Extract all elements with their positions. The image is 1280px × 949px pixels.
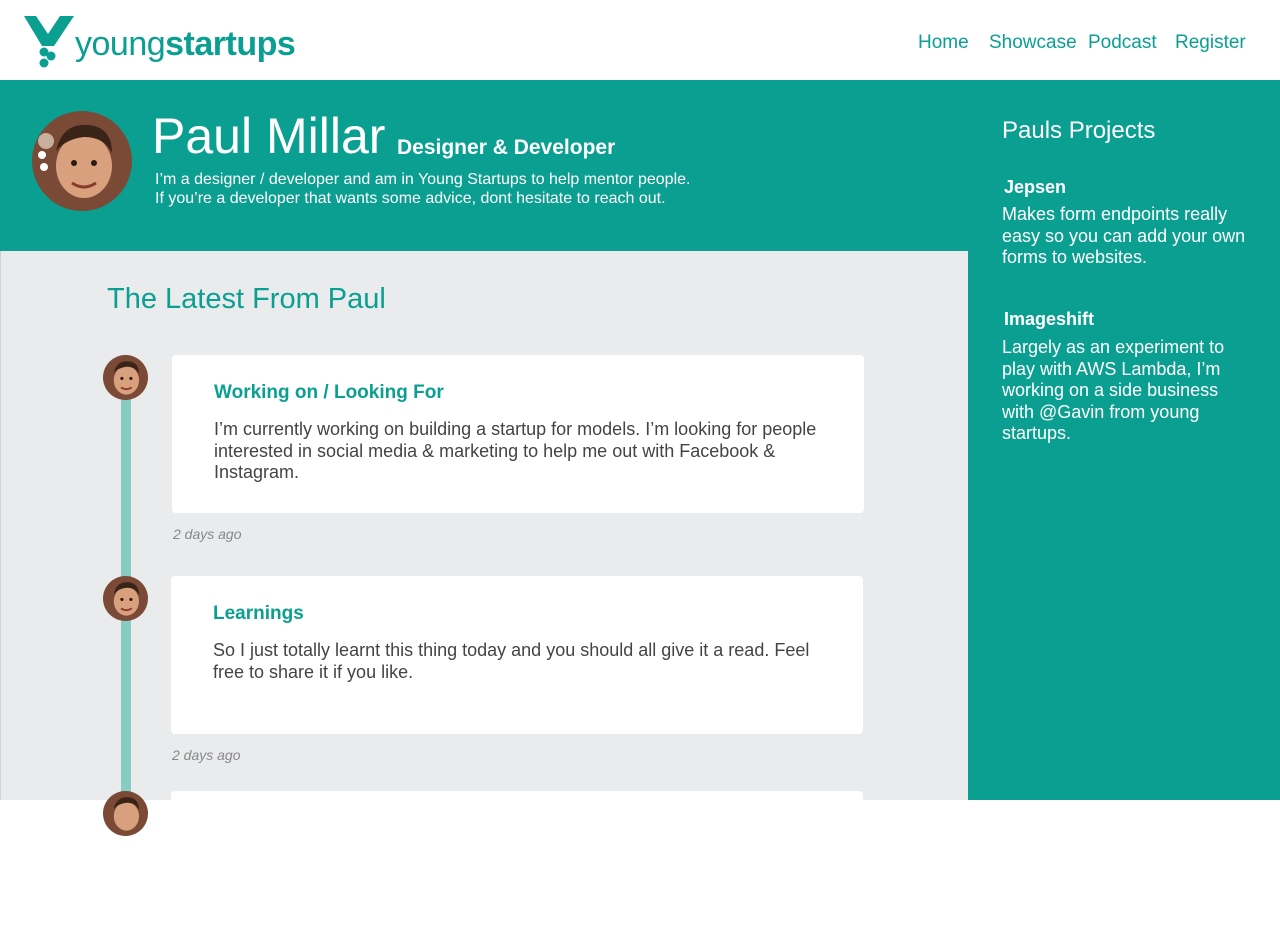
avatar-photo-icon bbox=[103, 576, 148, 621]
nav-register-link[interactable]: Register bbox=[1175, 29, 1246, 57]
nav-showcase-link[interactable]: Showcase bbox=[989, 29, 1077, 57]
profile-avatar bbox=[32, 111, 132, 211]
main-nav: Home Showcase Podcast Register bbox=[0, 29, 1280, 57]
profile-banner: Paul Millar Designer & Developer I’m a d… bbox=[0, 80, 968, 251]
profile-name: Paul Millar bbox=[152, 108, 386, 164]
profile-role: Designer & Developer bbox=[397, 136, 616, 159]
project-description-imageshift: Largely as an experiment to play with AW… bbox=[1002, 337, 1225, 443]
post-card[interactable]: Learnings So I just totally learnt this … bbox=[171, 576, 863, 734]
feed-heading: The Latest From Paul bbox=[107, 283, 386, 315]
post-body: I’m currently working on building a star… bbox=[214, 419, 817, 482]
avatar-photo-icon bbox=[103, 355, 148, 400]
post-avatar bbox=[103, 576, 148, 621]
post-card[interactable]: Working on / Looking For I’m currently w… bbox=[172, 355, 864, 513]
projects-heading: Pauls Projects bbox=[1002, 117, 1156, 144]
avatar-photo-icon bbox=[32, 111, 132, 211]
profile-bio: I’m a designer / developer and am in You… bbox=[155, 170, 690, 208]
post-avatar bbox=[103, 791, 148, 836]
post-avatar bbox=[103, 355, 148, 400]
post-card[interactable] bbox=[171, 791, 863, 949]
activity-feed: The Latest From Paul Working on / Lookin… bbox=[0, 251, 968, 949]
nav-home-link[interactable]: Home bbox=[918, 29, 969, 57]
profile-bio-line-1: I’m a designer / developer and am in You… bbox=[155, 171, 691, 188]
post-timestamp: 2 days ago bbox=[173, 526, 242, 542]
post-title[interactable]: Working on / Looking For bbox=[214, 381, 444, 405]
projects-sidebar: Pauls Projects Jepsen Makes form endpoin… bbox=[968, 80, 1280, 800]
profile-bio-line-2: If you’re a developer that wants some ad… bbox=[155, 190, 666, 207]
post-timestamp: 2 days ago bbox=[172, 747, 241, 763]
project-name-imageshift[interactable]: Imageshift bbox=[1004, 307, 1094, 331]
project-description-jepsen: Makes form endpoints really easy so you … bbox=[1002, 204, 1246, 267]
top-header: youngstartups Home Showcase Podcast Regi… bbox=[0, 0, 1280, 80]
nav-podcast-link[interactable]: Podcast bbox=[1088, 29, 1157, 57]
post-title[interactable]: Learnings bbox=[213, 602, 304, 626]
project-name-jepsen[interactable]: Jepsen bbox=[1004, 175, 1066, 199]
avatar-photo-icon bbox=[103, 791, 148, 836]
post-body: So I just totally learnt this thing toda… bbox=[213, 640, 810, 682]
